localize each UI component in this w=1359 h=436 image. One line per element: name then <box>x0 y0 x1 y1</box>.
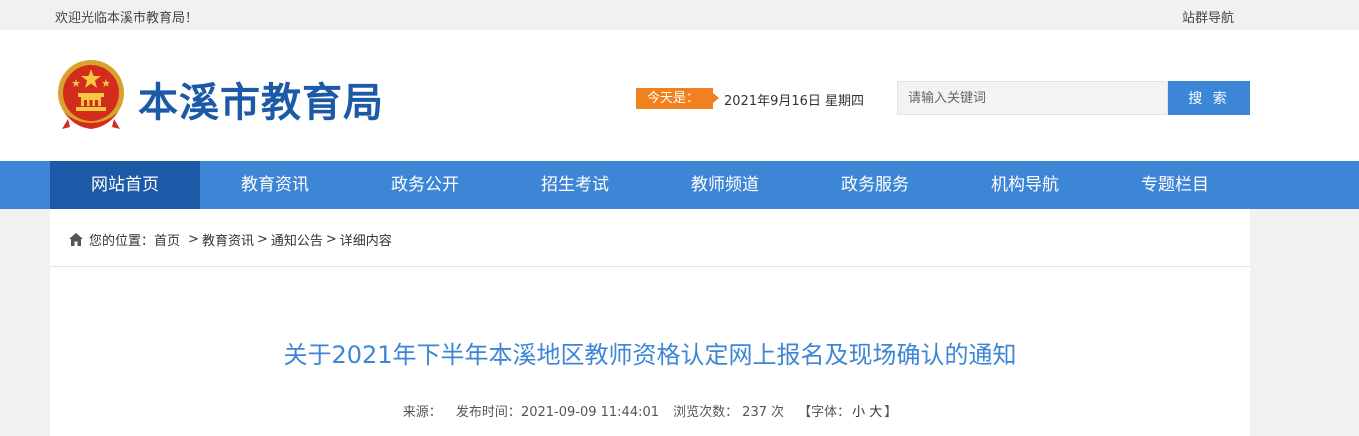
nav-item-admissions[interactable]: 招生考试 <box>500 161 650 209</box>
breadcrumb-separator: > <box>188 232 199 247</box>
article-title: 关于2021年下半年本溪地区教师资格认定网上报名及现场确认的通知 <box>283 341 1017 369</box>
publish-time-group: 发布时间：2021-09-09 11:44:01 <box>456 405 659 420</box>
nav-item-education-news[interactable]: 教育资讯 <box>200 161 350 209</box>
font-label: 【字体： <box>798 405 851 420</box>
breadcrumb-separator: > <box>325 232 337 247</box>
welcome-text: 欢迎光临本溪市教育局！ <box>55 11 199 26</box>
header: 本溪市教育局 今天是： 2021年9月16日 星期四 搜 索 <box>0 30 1359 161</box>
source-label: 来源： <box>402 405 442 420</box>
top-bar: 欢迎光临本溪市教育局！ 站群导航 <box>0 0 1359 30</box>
publish-time: 2021-09-09 11:44:01 <box>520 405 660 420</box>
search-button[interactable]: 搜 索 <box>1168 81 1250 115</box>
nav-item-government-affairs[interactable]: 政务公开 <box>350 161 500 209</box>
content-panel: 您的位置： 首页 > 教育资讯 > 通知公告 > 详细内容 关于2021年下半年… <box>50 209 1250 436</box>
nav-list: 网站首页 教育资讯 政务公开 招生考试 教师频道 政务服务 机构导航 专题栏目 <box>50 161 1250 209</box>
nav-item-institutions[interactable]: 机构导航 <box>950 161 1100 209</box>
views-label: 浏览次数： <box>673 405 739 420</box>
main-nav: 网站首页 教育资讯 政务公开 招生考试 教师频道 政务服务 机构导航 专题栏目 <box>0 161 1359 209</box>
breadcrumb-current: 详细内容 <box>339 234 392 249</box>
search-input[interactable] <box>897 81 1168 115</box>
breadcrumb-notices[interactable]: 通知公告 <box>271 230 323 249</box>
breadcrumb-prefix: 您的位置： <box>89 234 155 249</box>
nav-item-teachers[interactable]: 教师频道 <box>650 161 800 209</box>
nav-item-services[interactable]: 政务服务 <box>800 161 950 209</box>
breadcrumb-separator: > <box>256 232 268 247</box>
breadcrumb: 您的位置： 首页 > 教育资讯 > 通知公告 > 详细内容 <box>50 209 1250 267</box>
national-emblem-icon <box>58 60 124 129</box>
breadcrumb-trail: 您的位置： 首页 > 教育资讯 > 通知公告 > 详细内容 <box>69 230 392 249</box>
current-date: 2021年9月16日 星期四 <box>724 94 865 109</box>
font-close: 】 <box>884 405 898 420</box>
font-large-button[interactable]: 大 <box>869 405 882 420</box>
nav-item-home[interactable]: 网站首页 <box>50 161 200 209</box>
views-unit: 次 <box>771 405 785 420</box>
font-small-button[interactable]: 小 <box>852 405 865 420</box>
article-meta: 来源： 发布时间：2021-09-09 11:44:01 浏览次数： 237 次 【… <box>50 401 1250 420</box>
breadcrumb-home[interactable]: 首页 <box>154 230 180 249</box>
views-group: 浏览次数： 237 次 <box>673 405 784 420</box>
font-size-control: 【字体：小大】 <box>798 405 897 420</box>
nav-item-topics[interactable]: 专题栏目 <box>1100 161 1250 209</box>
site-title: 本溪市教育局 <box>138 80 384 126</box>
views-count: 237 <box>742 405 767 420</box>
home-icon <box>69 233 83 246</box>
sitemap-link[interactable]: 站群导航 <box>1182 7 1234 26</box>
breadcrumb-education-news[interactable]: 教育资讯 <box>202 230 254 249</box>
date-label: 今天是： <box>636 88 719 109</box>
publish-label: 发布时间： <box>455 405 521 420</box>
